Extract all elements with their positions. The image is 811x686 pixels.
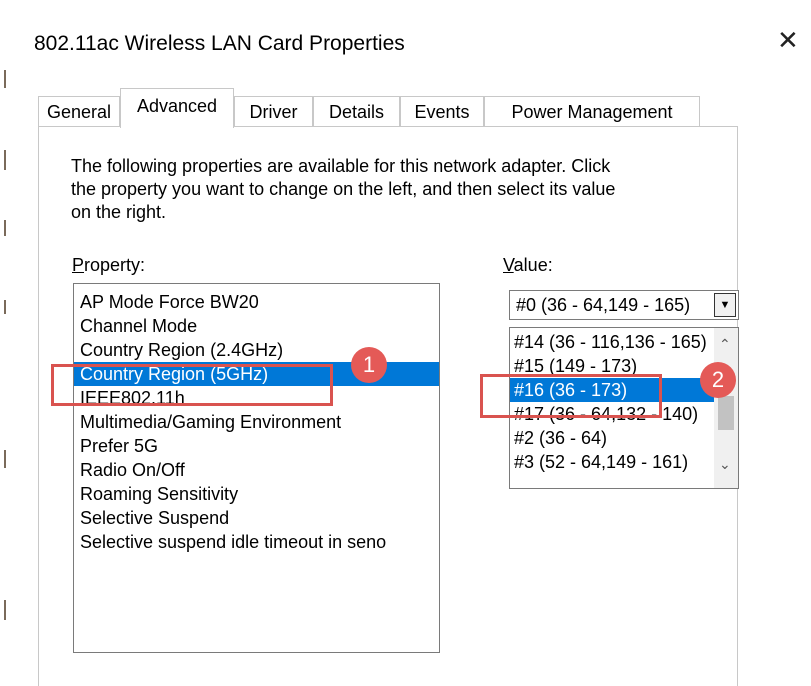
value-combobox-text: #0 (36 - 64,149 - 165) [516,295,691,315]
list-item[interactable]: Channel Mode [74,314,439,338]
dropdown-arrow-icon[interactable]: ▼ [714,293,736,317]
background-window-edge [0,0,10,675]
list-item[interactable]: Selective Suspend [74,506,439,530]
dropdown-option[interactable]: #3 (52 - 64,149 - 161) [510,450,715,474]
scroll-up-icon[interactable]: ⌃ [719,336,731,353]
scroll-down-icon[interactable]: ⌄ [719,456,731,473]
dropdown-option[interactable]: #2 (36 - 64) [510,426,715,450]
highlight-box [480,374,662,418]
property-label: Property: [72,255,145,276]
list-item[interactable]: Prefer 5G [74,434,439,458]
edge-mark [4,600,6,620]
scrollbar-thumb[interactable] [718,396,734,430]
description-line: the property you want to change on the l… [71,179,616,199]
list-item[interactable]: Roaming Sensitivity [74,482,439,506]
annotation-badge: 1 [351,347,387,383]
edge-mark [4,450,6,468]
edge-mark [4,70,6,88]
dropdown-scrollbar[interactable]: ⌃ ⌄ [714,328,738,488]
tab-events[interactable]: Events [400,96,484,126]
value-label-accesskey: V [503,255,514,275]
tab-driver[interactable]: Driver [234,96,313,126]
list-item[interactable]: AP Mode Force BW20 [74,290,439,314]
value-combobox[interactable]: #0 (36 - 64,149 - 165) ▼ [509,290,739,320]
tab-general[interactable]: General [38,96,120,126]
highlight-box [51,364,333,406]
description-text: The following properties are available f… [71,155,711,224]
window-title: 802.11ac Wireless LAN Card Properties [34,32,405,55]
close-icon[interactable]: ✕ [777,27,799,53]
value-label: Value: [503,255,553,276]
description-line: on the right. [71,202,167,222]
tab-details[interactable]: Details [313,96,400,126]
description-line: The following properties are available f… [71,156,611,176]
dropdown-option[interactable]: #14 (36 - 116,136 - 165) [510,330,715,354]
tab-advanced[interactable]: Advanced [120,88,234,128]
annotation-badge: 2 [700,362,736,398]
property-label-accesskey: P [72,255,85,275]
edge-mark [4,300,6,314]
properties-dialog: 802.11ac Wireless LAN Card Properties ✕ … [12,0,811,686]
property-listbox[interactable]: AP Mode Force BW20 Channel Mode Country … [73,283,440,653]
list-item[interactable]: Radio On/Off [74,458,439,482]
edge-mark [4,220,6,236]
value-label-text: alue: [513,255,553,275]
tab-power-management[interactable]: Power Management [484,96,700,126]
edge-mark [4,150,6,170]
list-item[interactable]: Multimedia/Gaming Environment [74,410,439,434]
property-label-text: roperty: [84,255,146,275]
list-item[interactable]: Selective suspend idle timeout in seno [74,530,439,554]
